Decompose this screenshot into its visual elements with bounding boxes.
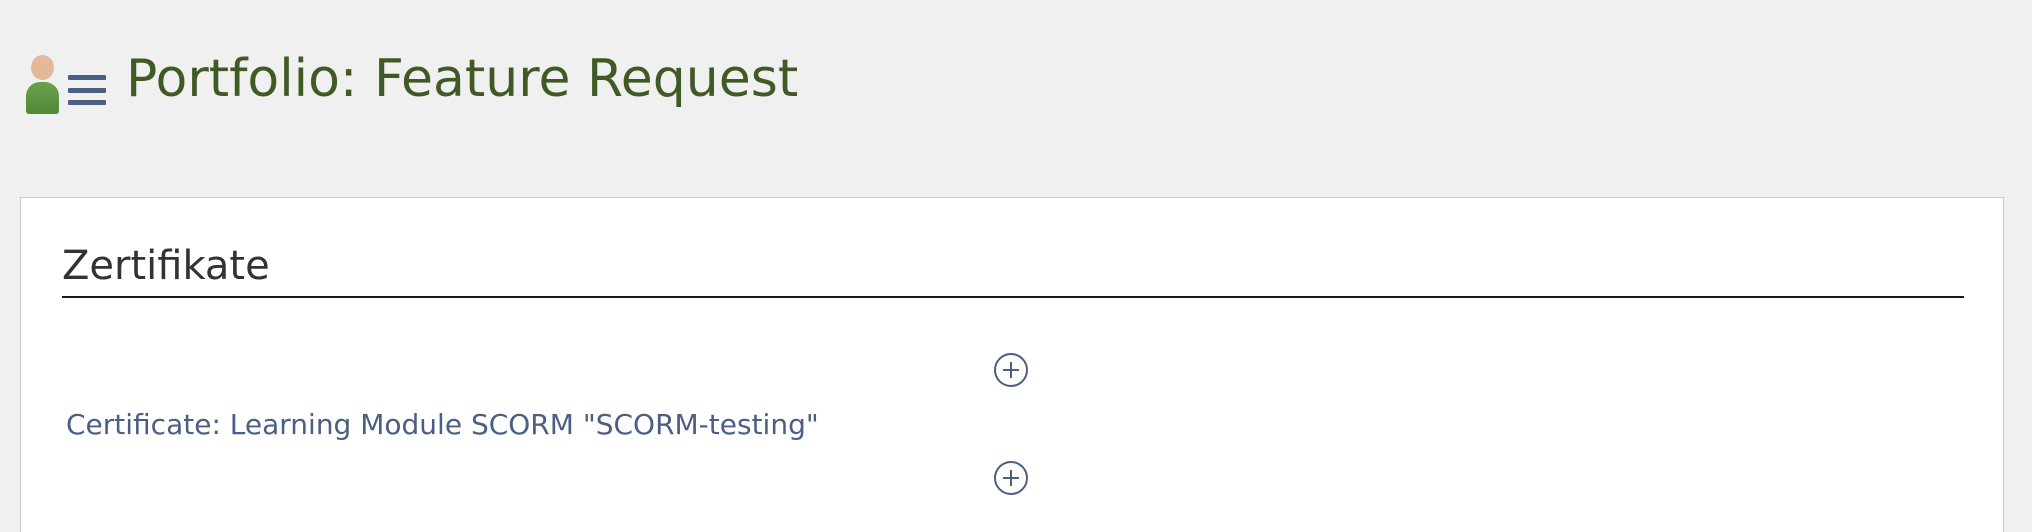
add-item-below-plus-circle-icon[interactable]	[994, 461, 1028, 495]
certificate-item-link[interactable]: Certificate: Learning Module SCORM "SCOR…	[66, 408, 819, 441]
add-item-above-plus-circle-icon[interactable]	[994, 353, 1028, 387]
menu-line	[68, 100, 106, 105]
menu-line	[68, 75, 106, 80]
avatar-body	[26, 82, 59, 114]
menu-line	[68, 87, 106, 93]
page-title: Portfolio: Feature Request	[126, 49, 799, 109]
page: Portfolio: Feature Request Zertifikate C…	[0, 0, 2032, 532]
hamburger-menu-icon[interactable]	[68, 75, 106, 105]
page-header: Portfolio: Feature Request	[24, 36, 798, 116]
avatar-head	[31, 55, 54, 80]
section-title: Zertifikate	[62, 244, 1964, 298]
user-avatar-icon	[24, 45, 60, 114]
content-panel: Zertifikate Certificate: Learning Module…	[20, 197, 2004, 532]
